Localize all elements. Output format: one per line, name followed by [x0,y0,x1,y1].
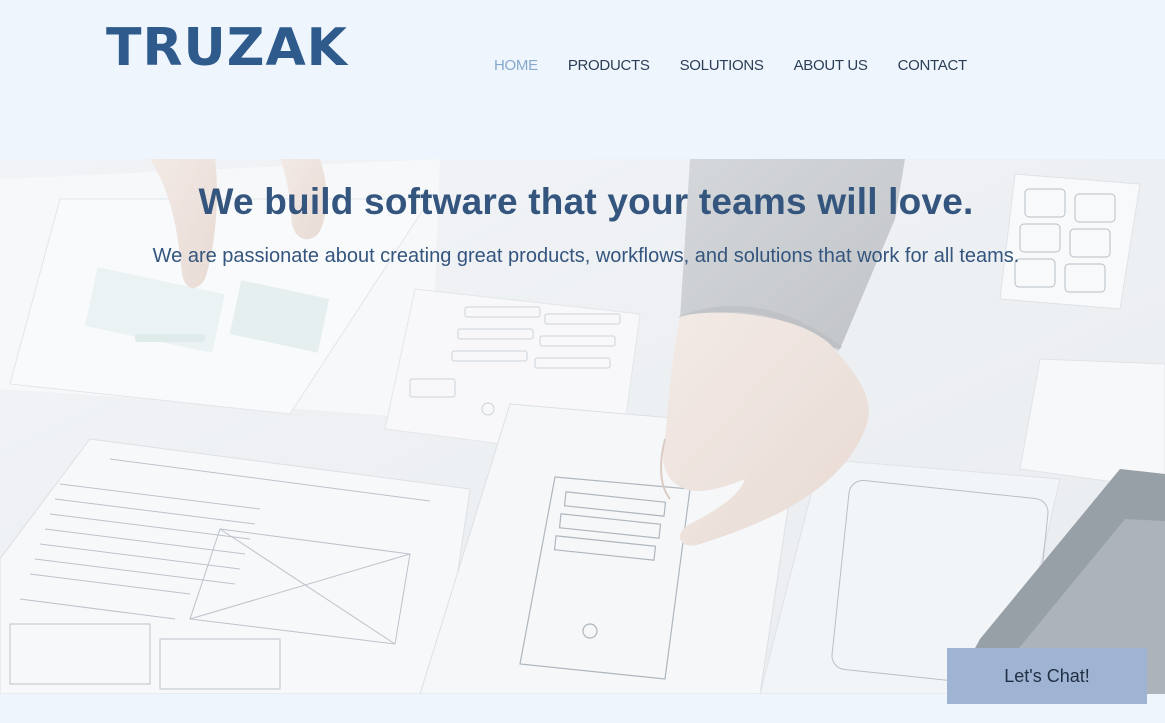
nav-home[interactable]: HOME [494,57,538,74]
nav-contact[interactable]: CONTACT [898,57,968,74]
nav-solutions[interactable]: SOLUTIONS [680,57,764,74]
hero-subtitle: We are passionate about creating great p… [152,245,1020,267]
lets-chat-button[interactable]: Let's Chat! [947,648,1147,704]
hero-background-image [0,159,1165,694]
hero-title: We build software that your teams will l… [198,181,974,222]
nav-about-us[interactable]: ABOUT US [794,57,868,74]
site-logo[interactable]: TRUZAK [106,18,348,78]
hero-section: We build software that your teams will l… [0,159,1165,694]
nav-products[interactable]: PRODUCTS [568,57,650,74]
main-nav: HOME PRODUCTS SOLUTIONS ABOUT US CONTACT [494,57,967,74]
site-header: TRUZAK HOME PRODUCTS SOLUTIONS ABOUT US … [0,0,1165,159]
